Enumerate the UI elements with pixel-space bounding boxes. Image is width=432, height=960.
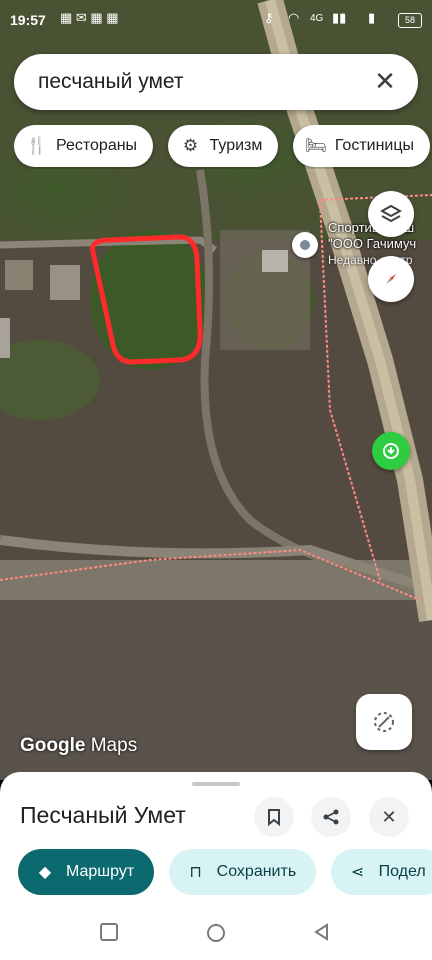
compass-button[interactable] bbox=[368, 256, 414, 302]
chip-hotels[interactable]: 🛏 Гостиницы bbox=[292, 125, 431, 167]
map-imagery bbox=[0, 0, 432, 780]
share-icon: ⋖ bbox=[350, 864, 365, 881]
sheet-drag-handle[interactable] bbox=[192, 782, 240, 786]
tourism-icon: ⚙ bbox=[182, 136, 199, 155]
layers-button[interactable] bbox=[368, 191, 414, 237]
status-bar: 19:57 ▦ ✉ ▦ ▦ ⚷ ◠ 4G ▮▮ ▮ 58 bbox=[0, 0, 432, 40]
share-button[interactable] bbox=[311, 797, 351, 837]
place-bottom-sheet[interactable]: Песчаный Умет ✕ ◆ Маршрут ⊓ Сохранить ⋖ Под… bbox=[0, 772, 432, 908]
place-actions: ◆ Маршрут ⊓ Сохранить ⋖ Подел bbox=[18, 849, 432, 897]
google-maps-logo: Google Maps bbox=[20, 735, 138, 756]
network-label: 4G bbox=[310, 13, 324, 24]
location-crosshair-icon bbox=[374, 712, 394, 732]
signal-icon: ▮▮ bbox=[332, 10, 347, 25]
search-input[interactable]: песчаный умет bbox=[38, 70, 184, 94]
route-button[interactable]: ◆ Маршрут bbox=[18, 849, 155, 895]
compass-icon bbox=[386, 274, 396, 284]
signal-icon-2: ▮ bbox=[368, 10, 376, 25]
share-action-button[interactable]: ⋖ Подел bbox=[330, 849, 432, 895]
clear-search-button[interactable]: ✕ bbox=[370, 66, 400, 96]
chip-restaurants[interactable]: 🍴 Рестораны bbox=[14, 125, 154, 167]
key-icon: ⚷ bbox=[264, 10, 274, 25]
layers-icon bbox=[380, 204, 402, 223]
home-button[interactable] bbox=[205, 922, 227, 944]
recents-button[interactable] bbox=[99, 922, 121, 944]
clock: 19:57 bbox=[10, 12, 46, 28]
notification-icons: ▦ ✉ ▦ ▦ bbox=[60, 10, 119, 25]
restaurant-icon: 🍴 bbox=[26, 136, 48, 155]
close-sheet-button[interactable]: ✕ bbox=[369, 797, 409, 837]
hotel-icon: 🛏 bbox=[305, 136, 327, 155]
save-button[interactable]: ⊓ Сохранить bbox=[168, 849, 317, 895]
place-title: Песчаный Умет bbox=[20, 802, 186, 828]
share-icon bbox=[323, 809, 339, 825]
satellite-map[interactable]: Спортивная ш "ООО Гачимуч Недавно смотр … bbox=[0, 0, 432, 780]
back-button[interactable] bbox=[312, 922, 334, 944]
battery-icon: 58 bbox=[398, 13, 422, 28]
search-bar[interactable]: песчаный умет ✕ bbox=[14, 54, 418, 110]
my-location-button[interactable] bbox=[356, 694, 412, 750]
whatsapp-bubble-icon[interactable] bbox=[372, 432, 410, 470]
close-icon: ✕ bbox=[381, 806, 397, 827]
bookmark-icon: ⊓ bbox=[189, 864, 202, 881]
chip-tourism[interactable]: ⚙ Туризм bbox=[167, 125, 279, 167]
bookmark-button[interactable] bbox=[254, 797, 294, 837]
category-chips: 🍴 Рестораны ⚙ Туризм 🛏 Гостиницы bbox=[14, 125, 432, 169]
wifi-icon: ◠ bbox=[288, 10, 300, 25]
bookmark-icon bbox=[268, 809, 280, 826]
poi-pin-icon[interactable] bbox=[292, 232, 318, 258]
system-navigation-bar bbox=[0, 908, 432, 960]
directions-icon: ◆ bbox=[38, 864, 52, 881]
